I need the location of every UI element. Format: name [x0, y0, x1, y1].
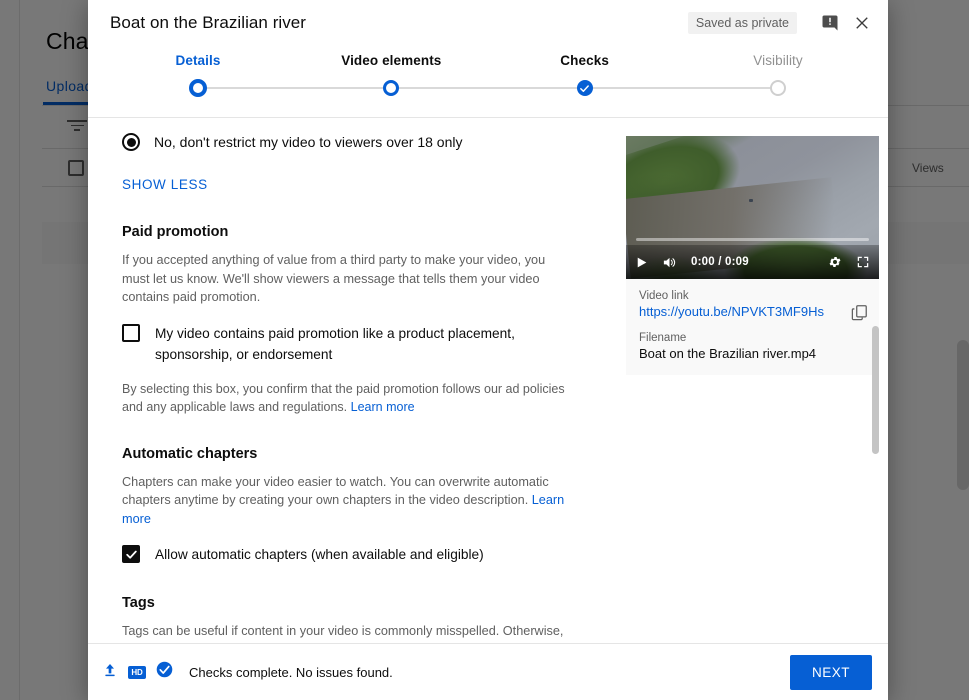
video-link-label: Video link	[639, 290, 689, 302]
check-circle-icon	[156, 661, 173, 683]
section-title: Automatic chapters	[122, 445, 258, 462]
upload-stepper: Details Video elements Checks Visibility	[88, 45, 888, 118]
fullscreen-icon[interactable]	[856, 255, 870, 269]
paid-promotion-checkbox[interactable]	[122, 323, 140, 342]
filename-block: Filename Boat on the Brazilian river.mp4	[639, 332, 866, 361]
tags-section: Tags Tags can be useful if content in yo…	[122, 595, 592, 643]
form-column: No, don't restrict my video to viewers o…	[122, 132, 592, 643]
checks-status-text: Checks complete. No issues found.	[189, 664, 393, 680]
automatic-chapters-checkbox-row[interactable]: Allow automatic chapters (when available…	[122, 544, 592, 565]
player-controls: 0:00 / 0:09	[626, 245, 879, 279]
video-time: 0:00 / 0:09	[691, 256, 749, 268]
filename-label: Filename	[639, 332, 687, 344]
dialog-title: Boat on the Brazilian river	[110, 12, 307, 32]
step-video-elements[interactable]: Video elements	[331, 53, 451, 79]
paid-promotion-fine-print: By selecting this box, you confirm that …	[122, 380, 572, 416]
dialog-header: Boat on the Brazilian river Saved as pri…	[88, 0, 888, 45]
thumbnail-boat	[749, 199, 753, 202]
step-dot-video-elements[interactable]	[383, 80, 400, 96]
copy-icon[interactable]	[850, 303, 869, 327]
paid-promotion-section: Paid promotion If you accepted anything …	[122, 224, 592, 416]
upload-dialog: Boat on the Brazilian river Saved as pri…	[88, 0, 888, 700]
step-dot-visibility[interactable]	[770, 80, 786, 96]
step-label: Details	[175, 53, 221, 68]
section-description-text: Tags can be useful if content in your vi…	[122, 624, 564, 643]
section-title: Tags	[122, 595, 155, 611]
status-badge: Saved as private	[687, 11, 797, 34]
step-visibility[interactable]: Visibility	[718, 53, 838, 79]
dialog-scroll-area[interactable]: No, don't restrict my video to viewers o…	[88, 118, 888, 643]
paid-promotion-checkbox-row[interactable]: My video contains paid promotion like a …	[122, 323, 592, 365]
step-checks[interactable]: Checks	[525, 53, 645, 79]
step-label: Visibility	[753, 53, 803, 68]
status-icon-group: HD	[102, 661, 173, 683]
show-less-button[interactable]: SHOW LESS	[122, 177, 208, 192]
checkbox-label: Allow automatic chapters (when available…	[155, 547, 484, 562]
section-description: Tags can be useful if content in your vi…	[122, 622, 572, 643]
section-title: Paid promotion	[122, 224, 229, 240]
dialog-scrollbar[interactable]	[872, 326, 879, 454]
radio-no-restriction[interactable]	[122, 133, 140, 151]
step-dot-checks[interactable]	[576, 80, 593, 96]
step-label: Checks	[560, 53, 609, 68]
learn-more-link[interactable]: Learn more	[351, 400, 415, 414]
automatic-chapters-section: Automatic chapters Chapters can make you…	[122, 446, 592, 566]
feedback-icon[interactable]	[817, 10, 843, 36]
hd-badge: HD	[128, 665, 146, 679]
radio-label: No, don't restrict my video to viewers o…	[154, 134, 463, 150]
fine-print-text: By selecting this box, you confirm that …	[122, 381, 565, 414]
video-link[interactable]: https://youtu.be/NPVKT3MF9Hs	[639, 304, 866, 319]
volume-icon[interactable]	[662, 255, 677, 270]
filename-value: Boat on the Brazilian river.mp4	[639, 346, 817, 361]
next-button[interactable]: NEXT	[789, 654, 872, 690]
video-preview-column: 0:00 / 0:09 Video link https://youtu.be/…	[626, 132, 882, 643]
play-icon[interactable]	[635, 256, 648, 269]
video-player[interactable]: 0:00 / 0:09	[626, 136, 879, 279]
upload-icon	[102, 662, 118, 683]
automatic-chapters-checkbox[interactable]	[122, 545, 140, 563]
section-description: If you accepted anything of value from a…	[122, 253, 546, 304]
close-icon[interactable]	[849, 10, 875, 36]
gear-icon[interactable]	[828, 255, 842, 269]
dialog-body: No, don't restrict my video to viewers o…	[88, 118, 888, 643]
checkbox-label: My video contains paid promotion like a …	[155, 325, 515, 362]
stepper-steps: Details Video elements Checks Visibility	[176, 53, 803, 101]
dialog-footer: HD Checks complete. No issues found. NEX…	[88, 643, 888, 700]
radio-selected-dot	[126, 137, 136, 147]
section-description-text: Chapters can make your video easier to w…	[122, 474, 549, 508]
video-progress-bar[interactable]	[636, 238, 869, 241]
video-meta-box: Video link https://youtu.be/NPVKT3MF9Hs …	[626, 279, 879, 375]
learn-more-link[interactable]: Learn more	[453, 643, 518, 644]
section-description: Chapters can make your video easier to w…	[122, 473, 572, 529]
step-label: Video elements	[341, 53, 442, 68]
age-restriction-option[interactable]: No, don't restrict my video to viewers o…	[122, 132, 592, 152]
stepper-track	[198, 87, 778, 89]
step-dot-details[interactable]	[189, 79, 207, 97]
step-details[interactable]: Details	[138, 53, 258, 79]
